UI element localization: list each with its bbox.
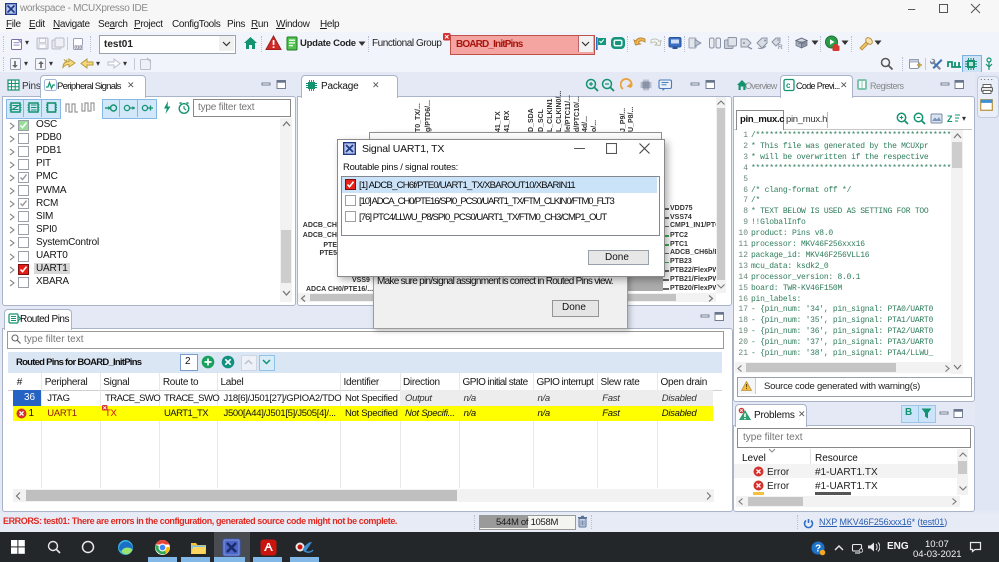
svg-text:Z: Z (947, 114, 953, 124)
svg-text:010: 010 (75, 45, 83, 50)
svg-text:R: R (778, 44, 783, 50)
svg-text:c: c (786, 81, 791, 90)
